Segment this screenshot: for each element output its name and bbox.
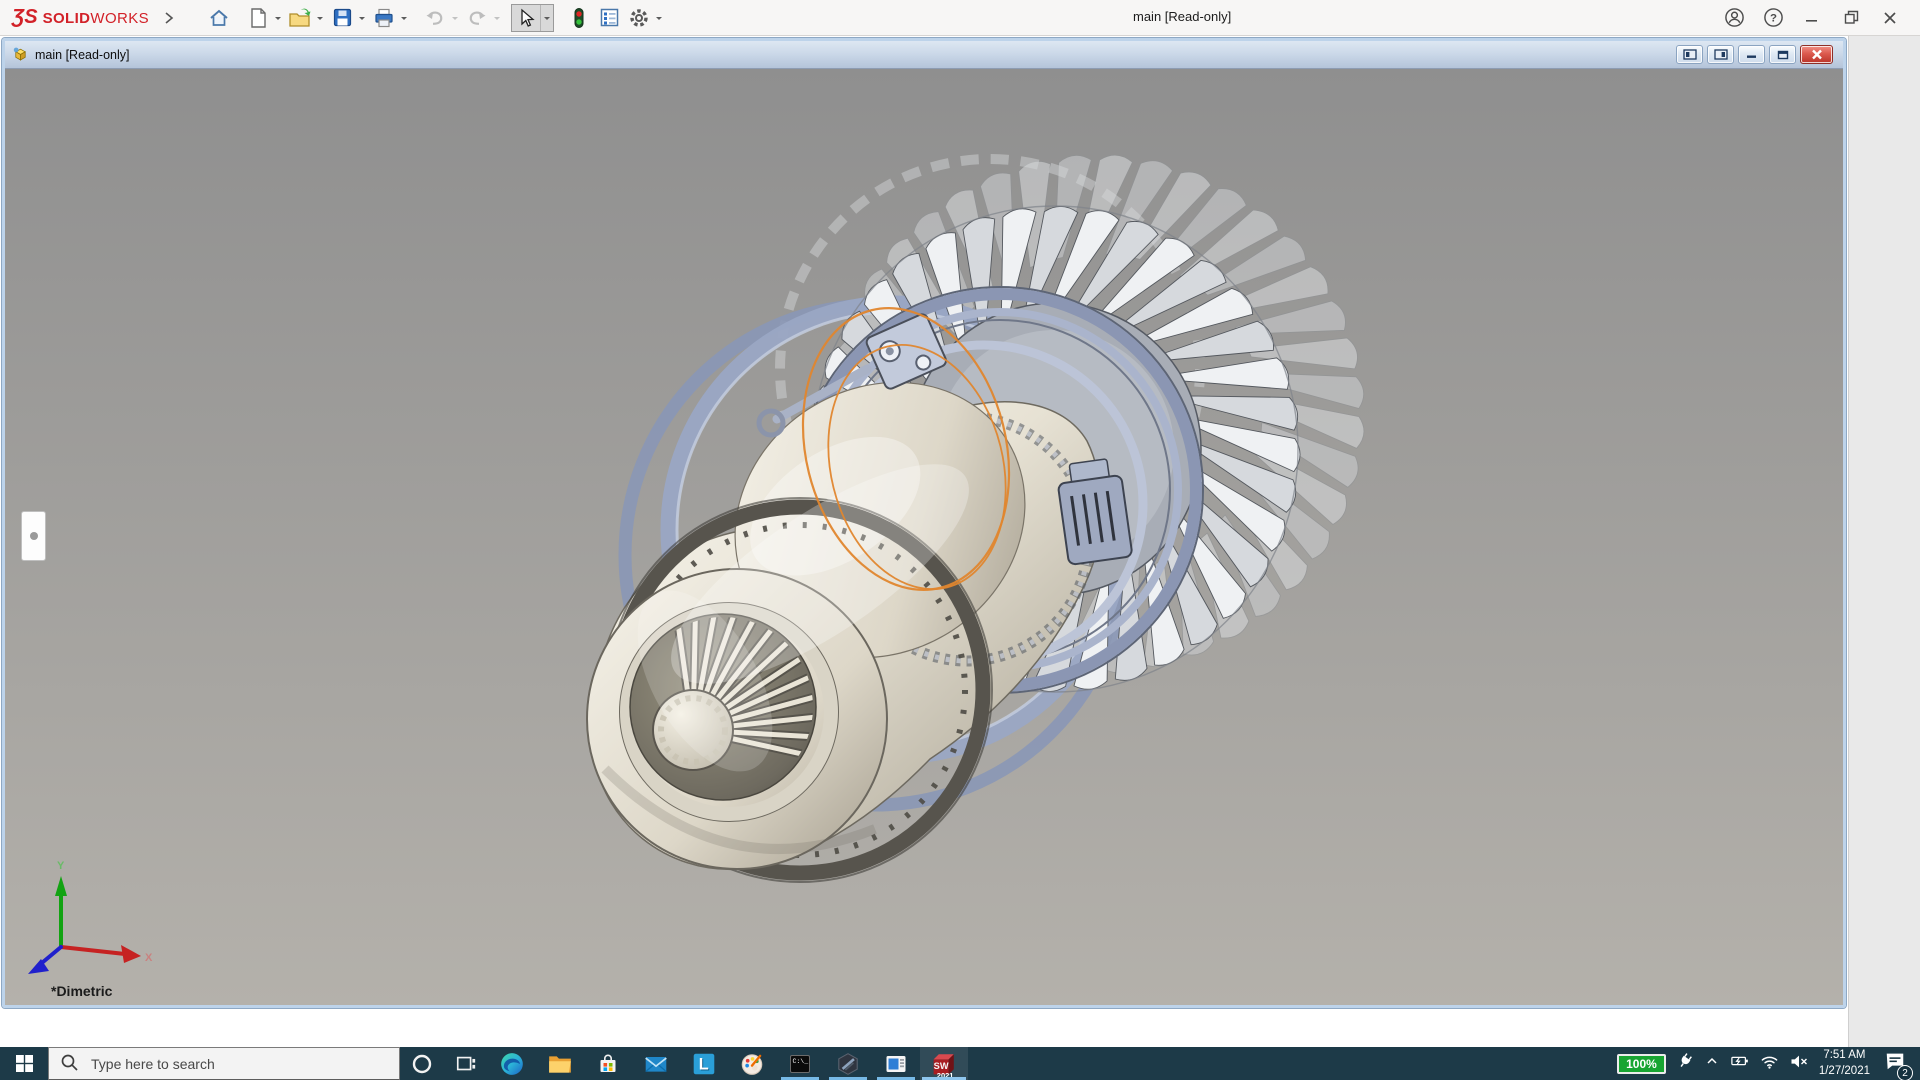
app-titlebar[interactable]: ƷS SOLID WORKS [0, 0, 1920, 36]
taskbar-app-solidworks-2021[interactable]: SW2021 [920, 1047, 968, 1080]
minimize-button[interactable] [1800, 6, 1824, 30]
quick-access-toolbar [205, 4, 665, 32]
tray-clock[interactable]: 7:51 AM 1/27/2021 [1819, 1048, 1870, 1079]
usb-plug-icon[interactable] [1676, 1052, 1694, 1075]
tray-time: 7:51 AM [1819, 1048, 1870, 1064]
triad-y-label: Y [57, 860, 65, 872]
taskbar-app-window-app[interactable] [872, 1047, 920, 1080]
taskbar-app-l-app[interactable]: LL [680, 1047, 728, 1080]
doc-close-button[interactable] [1800, 45, 1833, 64]
titlebar-controls: ? [1722, 6, 1902, 30]
battery-charging-icon[interactable] [1730, 1052, 1750, 1075]
app-window-title: main [Read-only] [1133, 9, 1231, 24]
taskbar-app-mail[interactable] [632, 1047, 680, 1080]
print-caret[interactable] [401, 17, 407, 23]
account-icon[interactable] [1722, 6, 1746, 30]
undo-caret[interactable] [452, 17, 458, 23]
save-button[interactable] [328, 4, 356, 32]
svg-text:L: L [699, 1055, 709, 1073]
volume-muted-icon[interactable] [1789, 1053, 1809, 1075]
splitter-handle-icon [30, 532, 38, 540]
orientation-triad[interactable]: Y X [15, 849, 165, 979]
document-window: main [Read-only] [2, 38, 1846, 1008]
svg-text:SW: SW [934, 1061, 949, 1071]
undo-button[interactable] [421, 4, 449, 32]
redo-caret[interactable] [494, 17, 500, 23]
action-center-icon[interactable]: 2 [1884, 1050, 1906, 1077]
notification-count-badge: 2 [1897, 1065, 1913, 1080]
svg-text:C:\_: C:\_ [793, 1058, 809, 1065]
redo-button[interactable] [463, 4, 491, 32]
new-document-button[interactable] [244, 4, 272, 32]
document-window-controls [1676, 45, 1833, 64]
taskbar-app-microsoft-store[interactable] [584, 1047, 632, 1080]
doc-restore-button[interactable] [1769, 45, 1796, 64]
select-tool-group [511, 4, 554, 32]
taskbar-app-command-prompt[interactable]: C:\_ [776, 1047, 824, 1080]
options-gear-button[interactable] [625, 4, 653, 32]
selection-stoplight-icon[interactable] [565, 4, 593, 32]
graphics-viewport[interactable]: Y X *Dimetric [5, 69, 1843, 1005]
open-caret[interactable] [317, 17, 323, 23]
document-titlebar[interactable]: main [Read-only] [5, 41, 1843, 69]
assembly-document-icon [12, 46, 29, 63]
taskbar-app-paint-3d[interactable] [728, 1047, 776, 1080]
search-input[interactable] [48, 1047, 400, 1080]
task-view-button[interactable] [444, 1047, 488, 1080]
tray-date: 1/27/2021 [1819, 1064, 1870, 1080]
system-tray: 100% 7:51 AM 1/27/2021 2 [1617, 1048, 1920, 1079]
task-pane-collapsed-area [1848, 36, 1920, 1047]
close-button[interactable] [1878, 6, 1902, 30]
open-button[interactable] [286, 4, 314, 32]
taskbar-app-file-explorer[interactable] [536, 1047, 584, 1080]
new-document-caret[interactable] [275, 17, 281, 23]
print-button[interactable] [370, 4, 398, 32]
toolbar-expand-arrow-icon[interactable] [163, 11, 175, 25]
triad-x-label: X [145, 952, 153, 964]
taskbar-app-edge[interactable] [488, 1047, 536, 1080]
svg-text:?: ? [1770, 13, 1777, 25]
ds-logo-glyph: ƷS [12, 6, 38, 29]
start-button[interactable] [0, 1047, 48, 1080]
battery-percent-badge[interactable]: 100% [1617, 1054, 1666, 1074]
home-button[interactable] [205, 4, 233, 32]
document-title: main [Read-only] [35, 48, 130, 62]
search-icon [59, 1052, 81, 1079]
cortana-button[interactable] [400, 1047, 444, 1080]
windows-taskbar: LL C:\_ SW2021 100% 7:51 AM 1/27/2 [0, 1047, 1920, 1080]
pane-split-right-button[interactable] [1707, 45, 1734, 64]
solidworks-logo: ƷS SOLID WORKS [12, 6, 149, 29]
engine-model [5, 69, 1843, 1005]
doc-minimize-button[interactable] [1738, 45, 1765, 64]
task-pane-button[interactable] [595, 4, 623, 32]
orientation-label: *Dimetric [51, 983, 112, 999]
tray-chevron-up-icon[interactable] [1704, 1053, 1720, 1074]
save-caret[interactable] [359, 17, 365, 23]
select-tool-button[interactable] [512, 5, 540, 31]
taskbar-search [48, 1047, 400, 1080]
help-icon[interactable]: ? [1761, 6, 1785, 30]
featuremanager-collapse-tab[interactable] [21, 511, 46, 561]
restore-button[interactable] [1839, 6, 1863, 30]
svg-text:2021: 2021 [937, 1070, 954, 1078]
pane-split-left-button[interactable] [1676, 45, 1703, 64]
wifi-icon[interactable] [1760, 1053, 1779, 1075]
options-caret[interactable] [656, 17, 662, 23]
select-tool-caret[interactable] [540, 5, 553, 31]
taskbar-app-hexagon-app[interactable] [824, 1047, 872, 1080]
